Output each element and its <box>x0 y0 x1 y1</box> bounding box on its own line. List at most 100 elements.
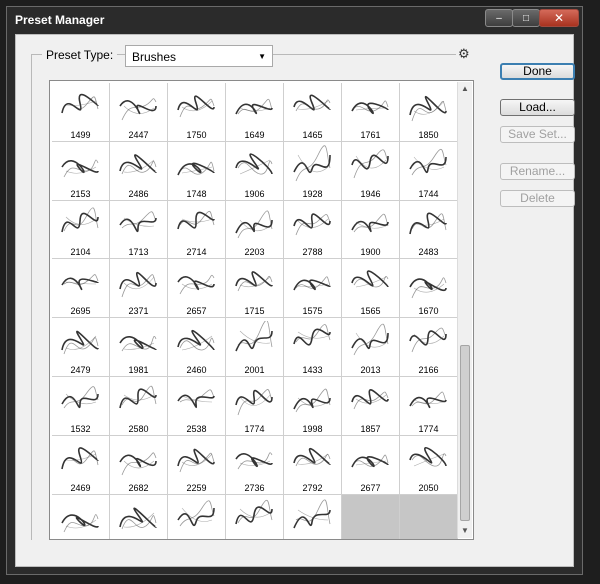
brush-size-label: 2001 <box>244 364 265 375</box>
brush-preset-cell[interactable]: 2013 <box>342 318 400 377</box>
brush-preset-cell[interactable] <box>342 494 400 539</box>
brush-size-label: 2153 <box>70 188 91 199</box>
brush-preset-cell[interactable]: 2447 <box>110 83 168 142</box>
brush-size-label: 2580 <box>128 423 149 434</box>
brush-preset-cell[interactable] <box>400 494 458 539</box>
brush-preset-cell[interactable]: 1928 <box>284 141 342 201</box>
brush-preset-cell[interactable]: 1850 <box>400 83 458 142</box>
rename-button[interactable]: Rename... <box>500 163 575 180</box>
brush-preset-cell[interactable]: 2259 <box>168 435 226 495</box>
brush-preset-cell[interactable]: 1981 <box>110 318 168 377</box>
brush-preset-cell[interactable]: 2792 <box>284 435 342 495</box>
brush-preset-cell[interactable]: 1998 <box>284 376 342 436</box>
done-button[interactable]: Done <box>500 63 575 80</box>
brush-preset-cell[interactable]: 2371 <box>110 259 168 319</box>
group-border-left <box>31 54 32 540</box>
brush-preset-cell[interactable]: 2469 <box>52 435 110 495</box>
brush-size-label: 1946 <box>360 188 381 199</box>
preset-type-select[interactable]: Brushes ▼ <box>125 45 273 67</box>
gear-icon[interactable]: ⚙ <box>456 46 472 62</box>
brush-size-label: 1900 <box>360 247 381 258</box>
brush-stroke-icon <box>119 507 157 529</box>
brush-preset-cell[interactable]: 2050 <box>400 435 458 495</box>
brush-preset-cell[interactable]: 1906 <box>226 141 284 201</box>
brush-preset-cell[interactable]: 1565 <box>342 259 400 319</box>
brush-preset-cell[interactable]: 2736 <box>226 435 284 495</box>
brush-preset-cell[interactable]: 2788 <box>284 200 342 260</box>
title-bar[interactable]: Preset Manager – □ ✕ <box>7 7 582 33</box>
brush-stroke-icon <box>61 447 99 469</box>
brush-preset-cell[interactable]: 1744 <box>400 141 458 201</box>
brush-stroke-icon <box>351 213 389 232</box>
brush-size-label: 1670 <box>418 306 439 317</box>
brush-size-label: 1465 <box>302 129 323 140</box>
brush-preset-cell[interactable]: 1713 <box>110 200 168 260</box>
brush-preset-cell[interactable] <box>110 494 168 539</box>
brush-preset-cell[interactable]: 1575 <box>284 259 342 319</box>
brush-preset-cell[interactable]: 1774 <box>226 376 284 436</box>
brush-stroke-icon <box>293 447 331 466</box>
brush-stroke-icon <box>119 98 157 121</box>
maximize-button[interactable]: □ <box>512 9 540 27</box>
brush-preset-cell[interactable]: 2682 <box>110 435 168 495</box>
brush-preset-cell[interactable]: 2203 <box>226 200 284 260</box>
scroll-up-icon[interactable]: ▲ <box>458 82 472 96</box>
brush-stroke-icon <box>177 330 215 351</box>
brush-preset-cell[interactable]: 1670 <box>400 259 458 319</box>
brush-preset-cell[interactable]: 1715 <box>226 259 284 319</box>
brush-grid[interactable]: 1499 2447 1750 1649 1465 1761 1850 2153 2486 1748… <box>49 80 474 540</box>
save-set-button[interactable]: Save Set... <box>500 126 575 143</box>
brush-preset-cell[interactable]: 2166 <box>400 318 458 377</box>
brush-size-label: 2695 <box>70 306 91 317</box>
brush-preset-cell[interactable]: 1748 <box>168 141 226 201</box>
brush-preset-cell[interactable]: 2538 <box>168 376 226 436</box>
brush-size-label: 1998 <box>302 423 323 434</box>
brush-preset-cell[interactable] <box>284 494 342 539</box>
brush-stroke-icon <box>351 100 389 115</box>
brush-preset-cell[interactable]: 1499 <box>52 83 110 142</box>
brush-preset-cell[interactable]: 1946 <box>342 141 400 201</box>
brush-preset-cell[interactable]: 2580 <box>110 376 168 436</box>
brush-preset-cell[interactable]: 2677 <box>342 435 400 495</box>
brush-preset-cell[interactable]: 2001 <box>226 318 284 377</box>
brush-preset-cell[interactable] <box>168 494 226 539</box>
brush-stroke-icon <box>61 513 99 532</box>
brush-preset-cell[interactable]: 2483 <box>400 200 458 260</box>
brush-size-label: 1981 <box>128 364 149 375</box>
brush-preset-cell[interactable]: 1857 <box>342 376 400 436</box>
brush-preset-cell[interactable]: 1900 <box>342 200 400 260</box>
brush-preset-cell[interactable]: 2695 <box>52 259 110 319</box>
preset-type-value: Brushes <box>132 50 177 64</box>
brush-preset-cell[interactable]: 1649 <box>226 83 284 142</box>
brush-stroke-icon <box>119 272 157 298</box>
vertical-scrollbar[interactable]: ▲ ▼ <box>457 82 472 538</box>
brush-preset-cell[interactable]: 1465 <box>284 83 342 142</box>
close-button[interactable]: ✕ <box>539 9 579 27</box>
brush-preset-cell[interactable] <box>226 494 284 539</box>
brush-preset-cell[interactable]: 2460 <box>168 318 226 377</box>
brush-preset-cell[interactable]: 2153 <box>52 141 110 201</box>
brush-preset-cell[interactable] <box>52 494 110 539</box>
brush-preset-cell[interactable]: 1761 <box>342 83 400 142</box>
brush-preset-cell[interactable]: 1774 <box>400 376 458 436</box>
brush-size-label: 1744 <box>418 188 439 199</box>
brush-preset-cell[interactable]: 2486 <box>110 141 168 201</box>
brush-preset-cell[interactable]: 2479 <box>52 318 110 377</box>
delete-button[interactable]: Delete <box>500 190 575 207</box>
brush-preset-cell[interactable]: 1750 <box>168 83 226 142</box>
brush-preset-cell[interactable]: 1532 <box>52 376 110 436</box>
brush-preset-cell[interactable]: 2714 <box>168 200 226 260</box>
brush-stroke-icon <box>119 452 157 475</box>
scroll-thumb[interactable] <box>460 345 470 521</box>
brush-stroke-icon <box>177 275 215 295</box>
brush-size-label: 2203 <box>244 247 265 258</box>
load-button[interactable]: Load... <box>500 99 575 116</box>
brush-stroke-icon <box>351 270 389 288</box>
brush-preset-cell[interactable]: 1433 <box>284 318 342 377</box>
brush-preset-cell[interactable]: 2657 <box>168 259 226 319</box>
brush-stroke-icon <box>61 93 99 114</box>
scroll-down-icon[interactable]: ▼ <box>458 524 472 538</box>
minimize-button[interactable]: – <box>485 9 513 27</box>
brush-preset-cell[interactable]: 2104 <box>52 200 110 260</box>
brush-size-label: 1748 <box>186 188 207 199</box>
